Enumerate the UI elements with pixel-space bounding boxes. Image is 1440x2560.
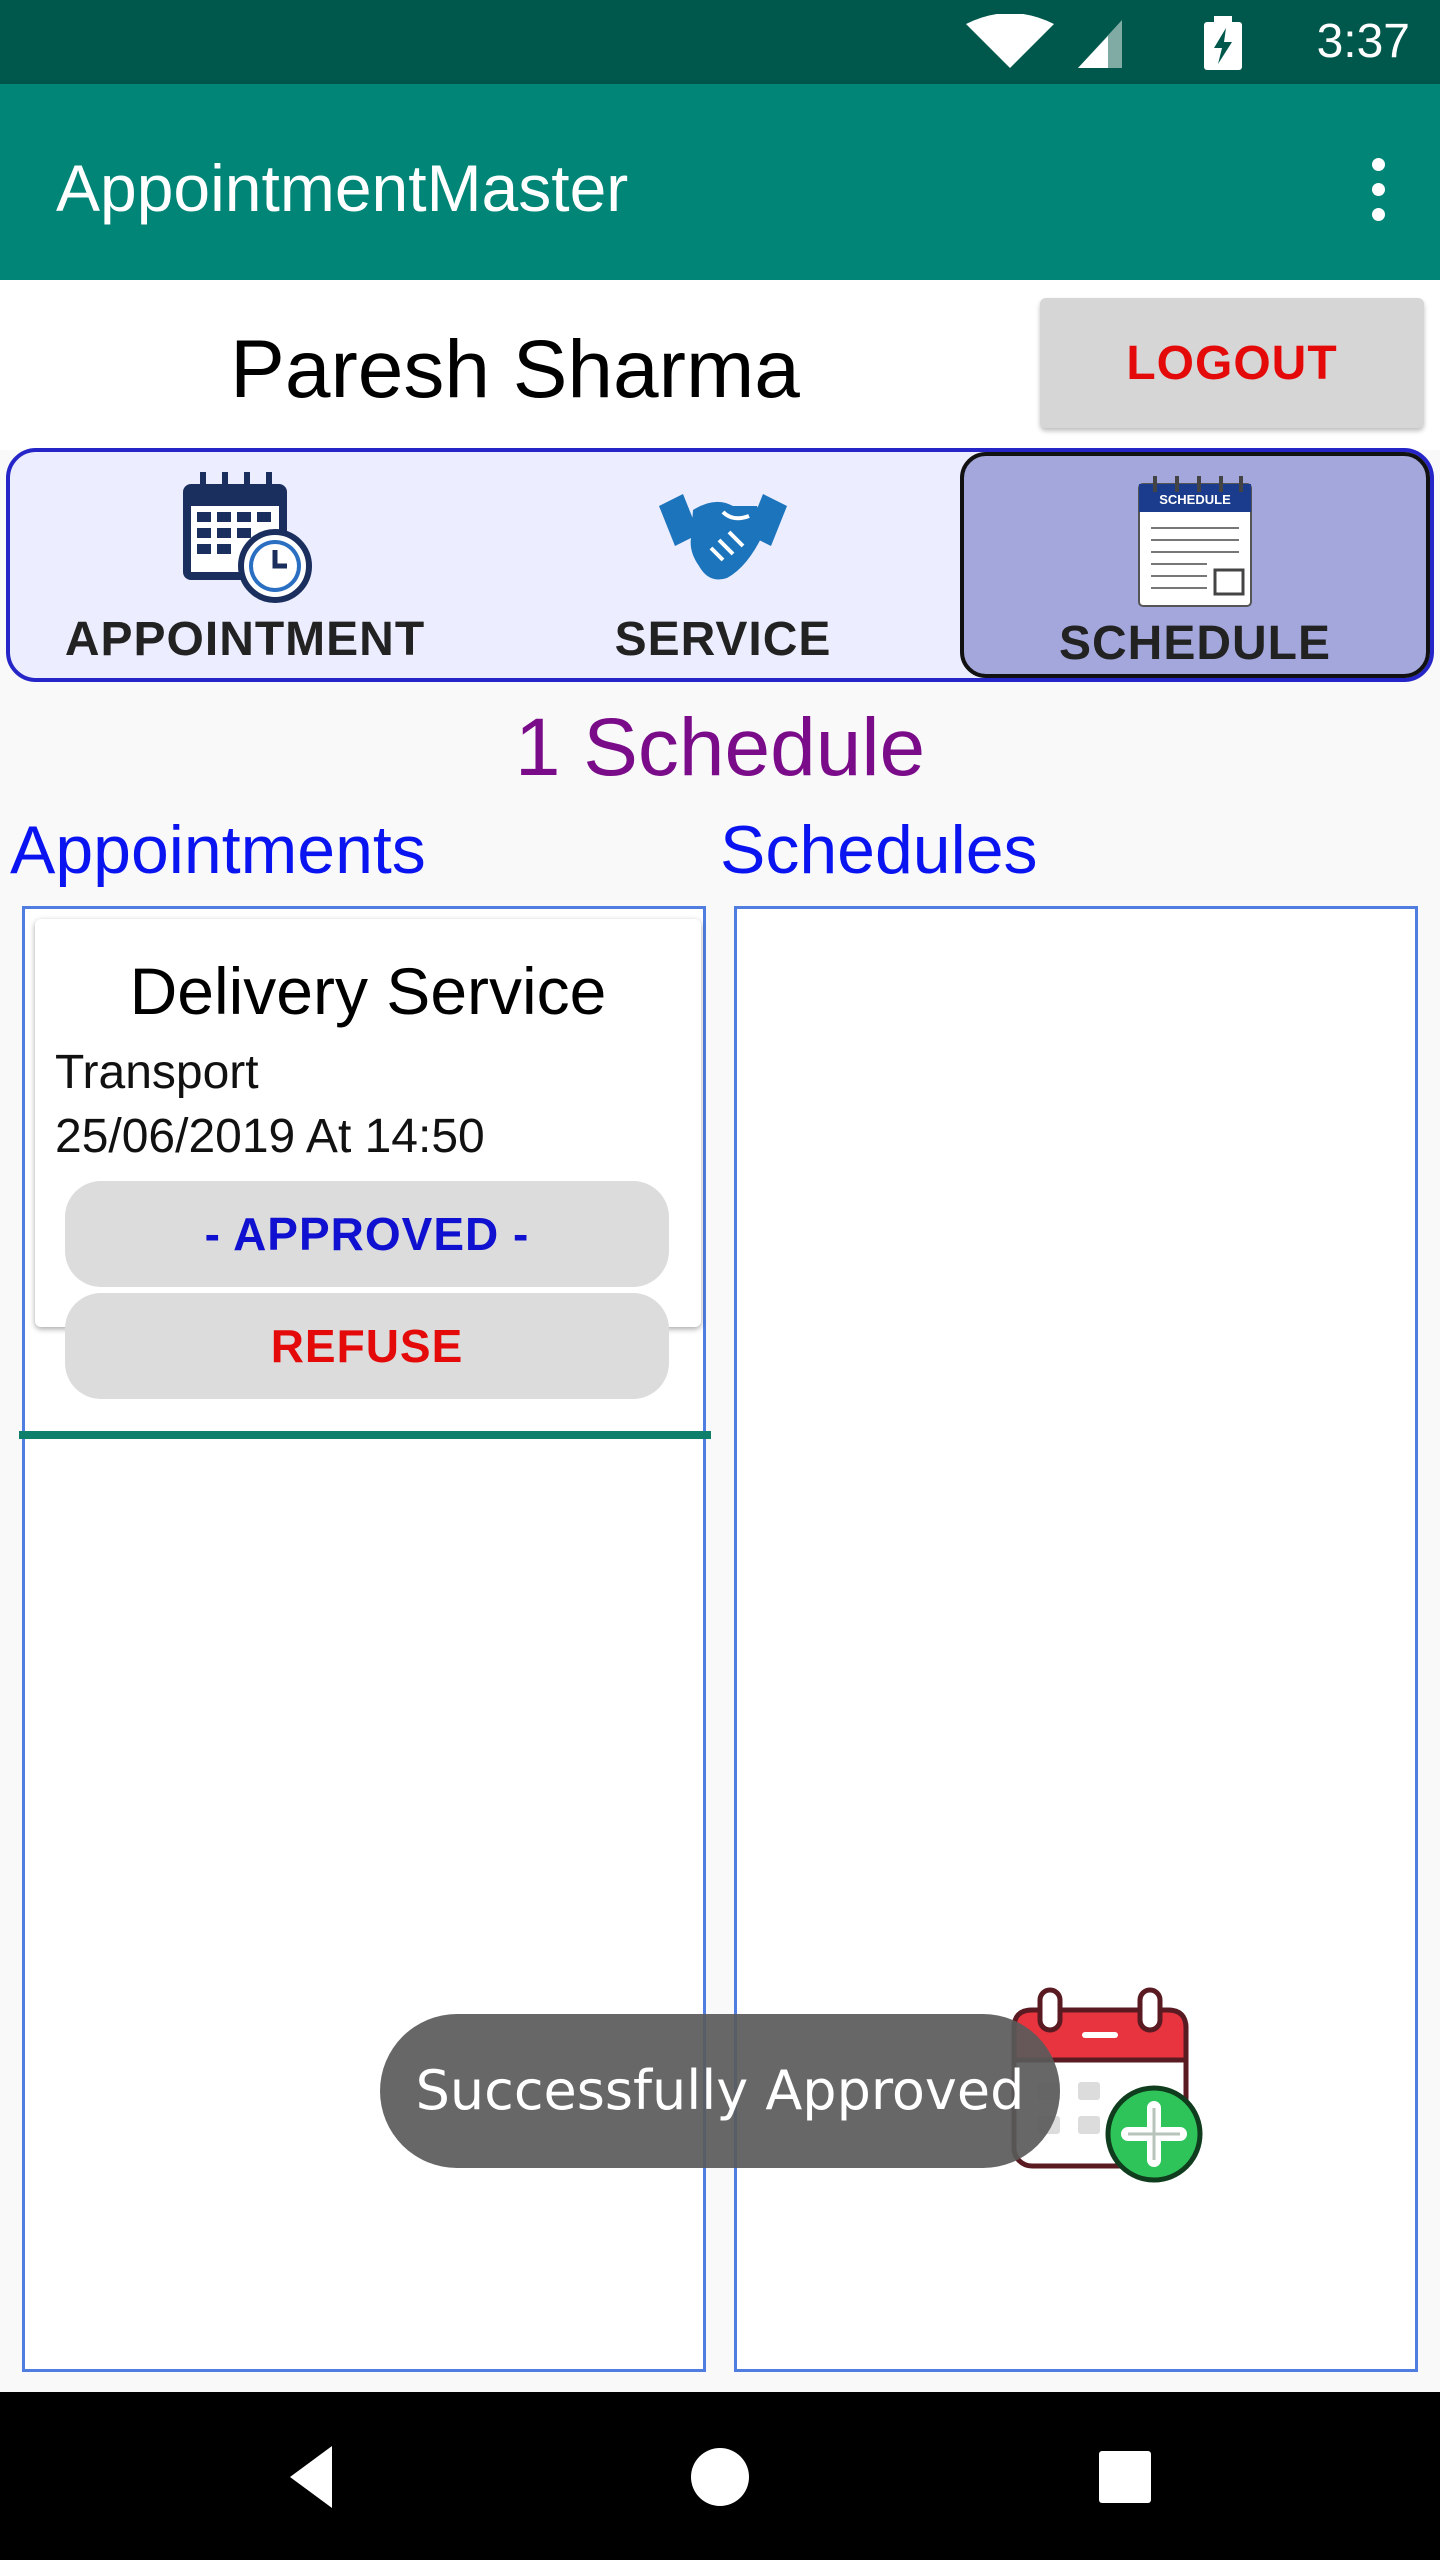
schedule-icon-text: SCHEDULE xyxy=(1159,492,1231,507)
appointment-title: Delivery Service xyxy=(129,954,607,1028)
wifi-icon xyxy=(966,14,1054,68)
schedule-count-title: 1 Schedule xyxy=(514,702,926,793)
cell-signal-icon xyxy=(1078,20,1122,68)
menu-dot xyxy=(1371,182,1385,196)
appointment-card[interactable]: Delivery Service Transport 25/06/2019 At… xyxy=(35,919,701,1399)
logout-button[interactable]: LOGOUT xyxy=(1040,298,1424,428)
overflow-menu-icon[interactable] xyxy=(1346,144,1410,234)
schedule-notepad-icon: SCHEDULE xyxy=(1138,476,1252,607)
menu-dot xyxy=(1371,207,1385,221)
appointment-category: Transport xyxy=(55,1046,259,1099)
refuse-button[interactable]: REFUSE xyxy=(65,1293,669,1399)
user-name: Paresh Sharma xyxy=(230,324,800,415)
tab-service-label: SERVICE xyxy=(614,613,832,666)
home-icon[interactable] xyxy=(675,2432,765,2522)
status-bar: 3:37 xyxy=(0,0,1440,84)
tab-schedule[interactable]: SCHEDULE SCHEDULE xyxy=(960,452,1430,678)
list-divider xyxy=(19,1431,711,1439)
toast-message: Successfully Approved xyxy=(380,2014,1060,2168)
status-time: 3:37 xyxy=(1316,15,1410,68)
menu-dot xyxy=(1371,157,1385,171)
tab-service[interactable]: SERVICE xyxy=(488,452,958,678)
battery-charging-icon xyxy=(1204,16,1242,70)
tab-appointment-label: APPOINTMENT xyxy=(64,613,426,666)
appointments-heading: Appointments xyxy=(10,812,426,888)
navigation-bar xyxy=(0,2392,1440,2560)
schedules-heading: Schedules xyxy=(720,812,1038,888)
recents-icon[interactable] xyxy=(1080,2432,1170,2522)
status-icons xyxy=(966,14,1242,70)
calendar-clock-icon xyxy=(183,472,312,603)
user-header: Paresh Sharma LOGOUT xyxy=(0,280,1440,450)
back-icon[interactable] xyxy=(270,2432,360,2522)
tab-schedule-label: SCHEDULE xyxy=(1058,617,1332,670)
appointment-datetime: 25/06/2019 At 14:50 xyxy=(55,1110,485,1163)
tab-appointment[interactable]: APPOINTMENT xyxy=(10,452,480,678)
tab-bar: APPOINTMENT SERVICE SCHEDULE SCHEDULE xyxy=(6,448,1434,682)
app-title: AppointmentMaster xyxy=(56,151,629,225)
handshake-icon xyxy=(659,494,787,580)
approved-button[interactable]: - APPROVED - xyxy=(65,1181,669,1287)
app-bar: AppointmentMaster xyxy=(0,84,1440,280)
